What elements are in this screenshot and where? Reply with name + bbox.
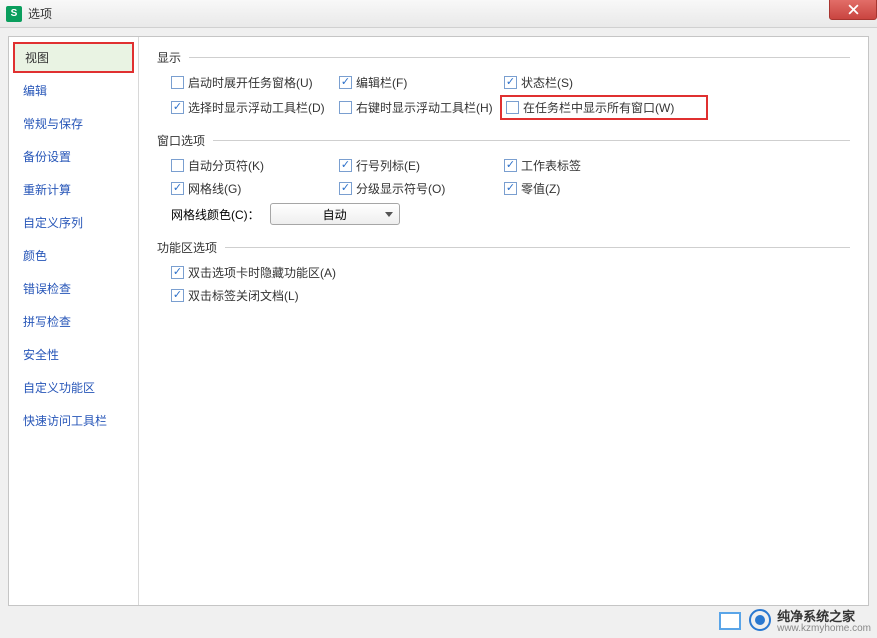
option-ribbon-opts-0[interactable]: 双击选项卡时隐藏功能区(A) <box>171 264 850 281</box>
window-body: 视图编辑常规与保存备份设置重新计算自定义序列颜色错误检查拼写检查安全性自定义功能… <box>8 36 869 606</box>
sidebar-item-0[interactable]: 视图 <box>13 42 134 73</box>
sidebar-item-11[interactable]: 快速访问工具栏 <box>9 404 138 437</box>
watermark: 纯净系统之家 www.kzmyhome.com <box>749 606 871 634</box>
section-legend: 功能区选项 <box>157 239 225 256</box>
checkbox[interactable] <box>504 159 517 172</box>
dropdown-value: 自动 <box>271 206 399 223</box>
sidebar-item-1[interactable]: 编辑 <box>9 74 138 107</box>
checkbox[interactable] <box>504 76 517 89</box>
sidebar-item-8[interactable]: 拼写检查 <box>9 305 138 338</box>
section-legend: 窗口选项 <box>157 132 213 149</box>
option-label: 工作表标签 <box>521 157 581 174</box>
sidebar-item-4[interactable]: 重新计算 <box>9 173 138 206</box>
option-label: 双击选项卡时隐藏功能区(A) <box>188 264 336 281</box>
checkbox[interactable] <box>171 289 184 302</box>
option-ribbon-opts-1[interactable]: 双击标签关闭文档(L) <box>171 287 850 304</box>
checkbox[interactable] <box>504 182 517 195</box>
main-panel: 显示 启动时展开任务窗格(U) 编辑栏(F) 状态栏(S) 选择时显示浮动工具栏(D)… <box>139 37 868 605</box>
section-ribbon: 功能区选项 双击选项卡时隐藏功能区(A) 双击标签关闭文档(L) <box>157 239 850 304</box>
sidebar: 视图编辑常规与保存备份设置重新计算自定义序列颜色错误检查拼写检查安全性自定义功能… <box>9 37 139 605</box>
option-label: 网格线(G) <box>188 180 241 197</box>
checkbox[interactable] <box>339 101 352 114</box>
option-label: 选择时显示浮动工具栏(D) <box>188 99 325 116</box>
close-button[interactable] <box>829 0 877 20</box>
option-windowopt-opts-3[interactable]: 网格线(G) <box>171 180 339 197</box>
option-display-opts-0[interactable]: 启动时展开任务窗格(U) <box>171 74 339 91</box>
option-display-opts-2[interactable]: 状态栏(S) <box>504 74 704 91</box>
sidebar-item-3[interactable]: 备份设置 <box>9 140 138 173</box>
checkbox[interactable] <box>339 182 352 195</box>
sidebar-item-7[interactable]: 错误检查 <box>9 272 138 305</box>
option-windowopt-opts-1[interactable]: 行号列标(E) <box>339 157 504 174</box>
option-display-opts-3[interactable]: 选择时显示浮动工具栏(D) <box>171 97 339 118</box>
checkbox[interactable] <box>339 159 352 172</box>
option-display-opts-4[interactable]: 右键时显示浮动工具栏(H) <box>339 97 504 118</box>
option-label: 在任务栏中显示所有窗口(W) <box>523 99 674 116</box>
checkbox[interactable] <box>171 159 184 172</box>
gridcolor-dropdown[interactable]: 自动 <box>270 203 400 225</box>
close-icon <box>848 4 859 15</box>
watermark-url: www.kzmyhome.com <box>777 623 871 634</box>
app-icon: S <box>6 6 22 22</box>
option-label: 右键时显示浮动工具栏(H) <box>356 99 493 116</box>
option-label: 编辑栏(F) <box>356 74 407 91</box>
checkbox[interactable] <box>339 76 352 89</box>
option-label: 双击标签关闭文档(L) <box>188 287 299 304</box>
checkbox[interactable] <box>171 76 184 89</box>
section-legend: 显示 <box>157 49 189 66</box>
logo-icon <box>749 609 771 631</box>
option-label: 零值(Z) <box>521 180 560 197</box>
window-title: 选项 <box>28 5 52 22</box>
option-windowopt-opts-2[interactable]: 工作表标签 <box>504 157 704 174</box>
option-label: 状态栏(S) <box>521 74 573 91</box>
sidebar-item-10[interactable]: 自定义功能区 <box>9 371 138 404</box>
section-window-options: 窗口选项 自动分页符(K) 行号列标(E) 工作表标签网格线(G) 分级显示符号(O)… <box>157 132 850 225</box>
checkbox[interactable] <box>171 266 184 279</box>
option-label: 启动时展开任务窗格(U) <box>188 74 313 91</box>
checkbox[interactable] <box>171 182 184 195</box>
sidebar-item-2[interactable]: 常规与保存 <box>9 107 138 140</box>
sidebar-item-5[interactable]: 自定义序列 <box>9 206 138 239</box>
titlebar: S 选项 <box>0 0 877 28</box>
option-display-opts-1[interactable]: 编辑栏(F) <box>339 74 504 91</box>
option-windowopt-opts-5[interactable]: 零值(Z) <box>504 180 704 197</box>
option-label: 分级显示符号(O) <box>356 180 445 197</box>
section-display: 显示 启动时展开任务窗格(U) 编辑栏(F) 状态栏(S) 选择时显示浮动工具栏(D)… <box>157 49 850 118</box>
option-windowopt-opts-4[interactable]: 分级显示符号(O) <box>339 180 504 197</box>
option-display-opts-5[interactable]: 在任务栏中显示所有窗口(W) <box>500 95 708 120</box>
gridcolor-label: 网格线颜色(C)： <box>171 206 260 223</box>
sidebar-item-6[interactable]: 颜色 <box>9 239 138 272</box>
checkbox[interactable] <box>171 101 184 114</box>
decoration-box <box>719 612 741 630</box>
sidebar-item-9[interactable]: 安全性 <box>9 338 138 371</box>
option-windowopt-opts-0[interactable]: 自动分页符(K) <box>171 157 339 174</box>
option-label: 自动分页符(K) <box>188 157 264 174</box>
checkbox[interactable] <box>506 101 519 114</box>
chevron-down-icon <box>385 212 393 217</box>
option-label: 行号列标(E) <box>356 157 420 174</box>
